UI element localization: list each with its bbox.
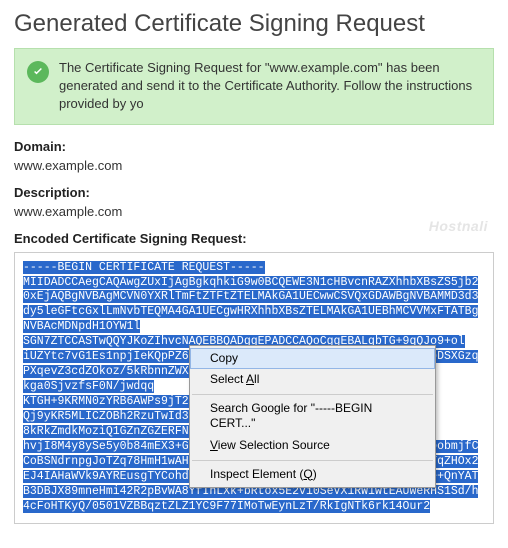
context-inspect[interactable]: Inspect Element (Q) (190, 464, 435, 486)
context-view-source[interactable]: View Selection Source (190, 435, 435, 457)
page-title: Generated Certificate Signing Request (14, 10, 494, 38)
context-search[interactable]: Search Google for "-----BEGIN CERT..." (190, 398, 435, 435)
success-alert: The Certificate Signing Request for "www… (14, 48, 494, 125)
description-label: Description: (14, 185, 494, 200)
context-separator (192, 460, 433, 461)
domain-value: www.example.com (14, 158, 494, 173)
alert-text: The Certificate Signing Request for "www… (59, 59, 481, 114)
context-select-all[interactable]: Select All (190, 369, 435, 391)
watermark: Hostnali (429, 218, 488, 234)
csr-line: -----BEGIN CERTIFICATE REQUEST----- (23, 261, 485, 276)
domain-label: Domain: (14, 139, 494, 154)
context-separator (192, 394, 433, 395)
context-menu: Copy Select All Search Google for "-----… (189, 345, 436, 489)
context-copy[interactable]: Copy (190, 348, 435, 370)
checkmark-icon (27, 61, 49, 83)
csr-textarea[interactable]: -----BEGIN CERTIFICATE REQUEST-----MIIDA… (14, 252, 494, 524)
csr-line: MIIDADCCAegCAQAwgZUxIjAgBgkqhkiG9w0BCQEW… (23, 276, 485, 336)
encoded-label: Encoded Certificate Signing Request: (14, 231, 494, 246)
description-value: www.example.com (14, 204, 494, 219)
